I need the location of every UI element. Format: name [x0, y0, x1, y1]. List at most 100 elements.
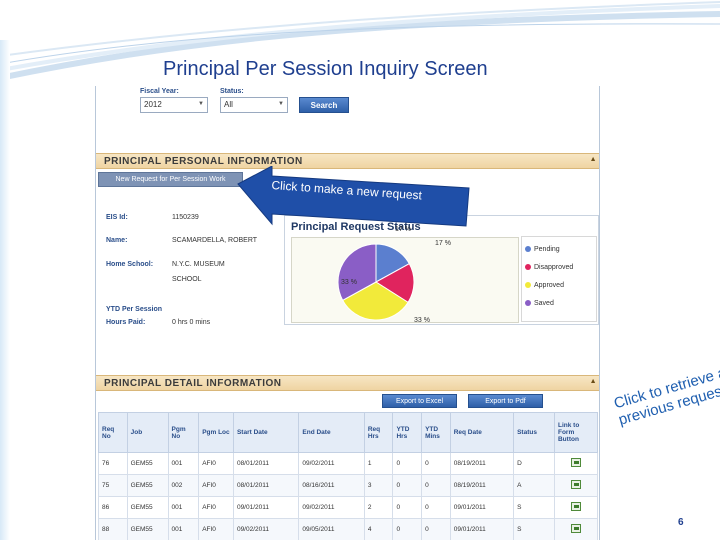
- table-row: 76 GEM55 001 AFI0 08/01/2011 09/02/2011 1 0 0 08/…: [98, 452, 599, 475]
- column-header: Job: [126, 412, 169, 453]
- table-cell: 09/05/2011: [298, 518, 365, 540]
- table-cell: AFI0: [198, 518, 234, 540]
- table-cell: 09/01/2011: [449, 496, 515, 519]
- legend-swatch: [525, 300, 531, 307]
- export-excel-button[interactable]: Export to Excel: [382, 394, 457, 408]
- table-cell: S: [513, 518, 555, 540]
- table-header-row: Req No Job Pgm No Pgm Loc Start Date End Date…: [98, 412, 599, 453]
- table-cell: AFI0: [198, 452, 234, 475]
- column-header: Pgm Loc: [198, 412, 234, 453]
- search-button[interactable]: Search: [299, 97, 349, 113]
- status-value: All: [224, 100, 233, 109]
- column-header: YTD Mins: [421, 412, 451, 453]
- column-header: Link to Form Button: [553, 412, 599, 453]
- table-cell: 88: [98, 518, 128, 540]
- table-cell: 75: [98, 474, 128, 497]
- table-cell: 0: [421, 474, 451, 497]
- table-cell: 08/19/2011: [449, 452, 515, 475]
- table-cell: 0: [392, 496, 423, 519]
- ytd-label-line1: YTD Per Session: [106, 306, 163, 313]
- legend-item-pending: Pending: [525, 246, 560, 253]
- detail-table: Req No Job Pgm No Pgm Loc Start Date End Date…: [98, 412, 599, 540]
- legend-swatch: [525, 246, 531, 253]
- pie-chart: [337, 243, 415, 321]
- table-cell: 76: [98, 452, 128, 475]
- fiscal-year-label: Fiscal Year:: [140, 88, 179, 95]
- table-cell: 0: [421, 518, 451, 540]
- table-cell: 08/19/2011: [449, 474, 515, 497]
- table-cell: GEM55: [126, 518, 169, 540]
- table-cell: 002: [167, 474, 200, 497]
- table-cell: 09/02/2011: [298, 496, 365, 519]
- pie-data-label: 17 %: [435, 240, 451, 247]
- collapse-icon[interactable]: ▲: [590, 378, 597, 385]
- table-cell: 09/02/2011: [298, 452, 365, 475]
- table-row: 75 GEM55 002 AFI0 08/01/2011 08/16/2011 3 0 0 08/…: [98, 474, 599, 497]
- table-cell: 0: [392, 474, 423, 497]
- column-header: End Date: [298, 412, 365, 453]
- name-label: Name:: [106, 237, 128, 244]
- table-cell: D: [513, 452, 555, 475]
- table-cell: 08/16/2011: [298, 474, 365, 497]
- slide-title: Principal Per Session Inquiry Screen: [163, 58, 488, 80]
- chevron-down-icon: ▼: [198, 101, 204, 107]
- legend-swatch: [525, 282, 531, 289]
- column-header: Start Date: [232, 412, 300, 453]
- eis-value: 1150239: [172, 214, 199, 221]
- app-screenshot: Fiscal Year: 2012 ▼ Status: All ▼ Search…: [95, 86, 600, 540]
- column-header: Status: [513, 412, 555, 453]
- chart-plot-area: [291, 237, 519, 323]
- chevron-down-icon: ▼: [278, 101, 284, 107]
- eis-label: EIS Id:: [106, 214, 128, 221]
- table-cell: 08/01/2011: [232, 474, 300, 497]
- form-link-cell: [553, 474, 599, 497]
- legend-label: Pending: [534, 246, 560, 253]
- column-header: Pgm No: [167, 412, 200, 453]
- filter-row: Fiscal Year: 2012 ▼ Status: All ▼ Search: [96, 86, 599, 148]
- table-cell: 001: [167, 496, 200, 519]
- form-link-icon[interactable]: [570, 502, 581, 511]
- collapse-icon[interactable]: ▲: [590, 156, 597, 163]
- table-cell: A: [513, 474, 555, 497]
- column-header: Req No: [98, 412, 128, 453]
- side-note: Click to retrieve a previous request: [612, 364, 720, 429]
- home-school-value-line2: SCHOOL: [172, 276, 202, 283]
- table-body: 76 GEM55 001 AFI0 08/01/2011 09/02/2011 1 0 0 08/…: [98, 452, 599, 540]
- new-request-button[interactable]: New Request for Per Session Work: [98, 172, 243, 187]
- column-header: YTD Hrs: [392, 412, 423, 453]
- table-cell: AFI0: [198, 474, 234, 497]
- callout-arrow: [237, 166, 470, 227]
- table-cell: GEM55: [126, 496, 169, 519]
- detail-info-title: PRINCIPAL DETAIL INFORMATION: [104, 378, 282, 389]
- table-cell: 0: [421, 452, 451, 475]
- table-cell: 09/02/2011: [232, 518, 300, 540]
- status-select[interactable]: All ▼: [220, 97, 288, 113]
- column-header: Req Date: [449, 412, 515, 453]
- table-cell: AFI0: [198, 496, 234, 519]
- page-number: 6: [678, 517, 684, 528]
- legend-label: Saved: [534, 300, 554, 307]
- table-cell: 0: [392, 518, 423, 540]
- table-cell: GEM55: [126, 452, 169, 475]
- legend-item-approved: Approved: [525, 282, 564, 289]
- export-pdf-button[interactable]: Export to Pdf: [468, 394, 543, 408]
- fiscal-year-select[interactable]: 2012 ▼: [140, 97, 208, 113]
- legend-item-saved: Saved: [525, 300, 554, 307]
- form-link-icon[interactable]: [570, 480, 581, 489]
- form-link-cell: [553, 518, 599, 540]
- fiscal-year-value: 2012: [144, 100, 162, 109]
- request-status-chart: Principal Request Status 17 % 17 % 33 % …: [284, 215, 599, 325]
- slide-left-band: [0, 40, 10, 540]
- table-cell: 09/01/2011: [232, 496, 300, 519]
- status-label: Status:: [220, 88, 244, 95]
- table-cell: GEM55: [126, 474, 169, 497]
- form-link-icon[interactable]: [570, 524, 581, 533]
- form-link-icon[interactable]: [570, 458, 581, 467]
- table-cell: 3: [363, 474, 394, 497]
- table-cell: 86: [98, 496, 128, 519]
- detail-info-header[interactable]: PRINCIPAL DETAIL INFORMATION ▲: [96, 375, 599, 391]
- table-cell: 0: [421, 496, 451, 519]
- table-cell: 2: [363, 496, 394, 519]
- table-cell: 4: [363, 518, 394, 540]
- name-value: SCAMARDELLA, ROBERT: [172, 237, 258, 244]
